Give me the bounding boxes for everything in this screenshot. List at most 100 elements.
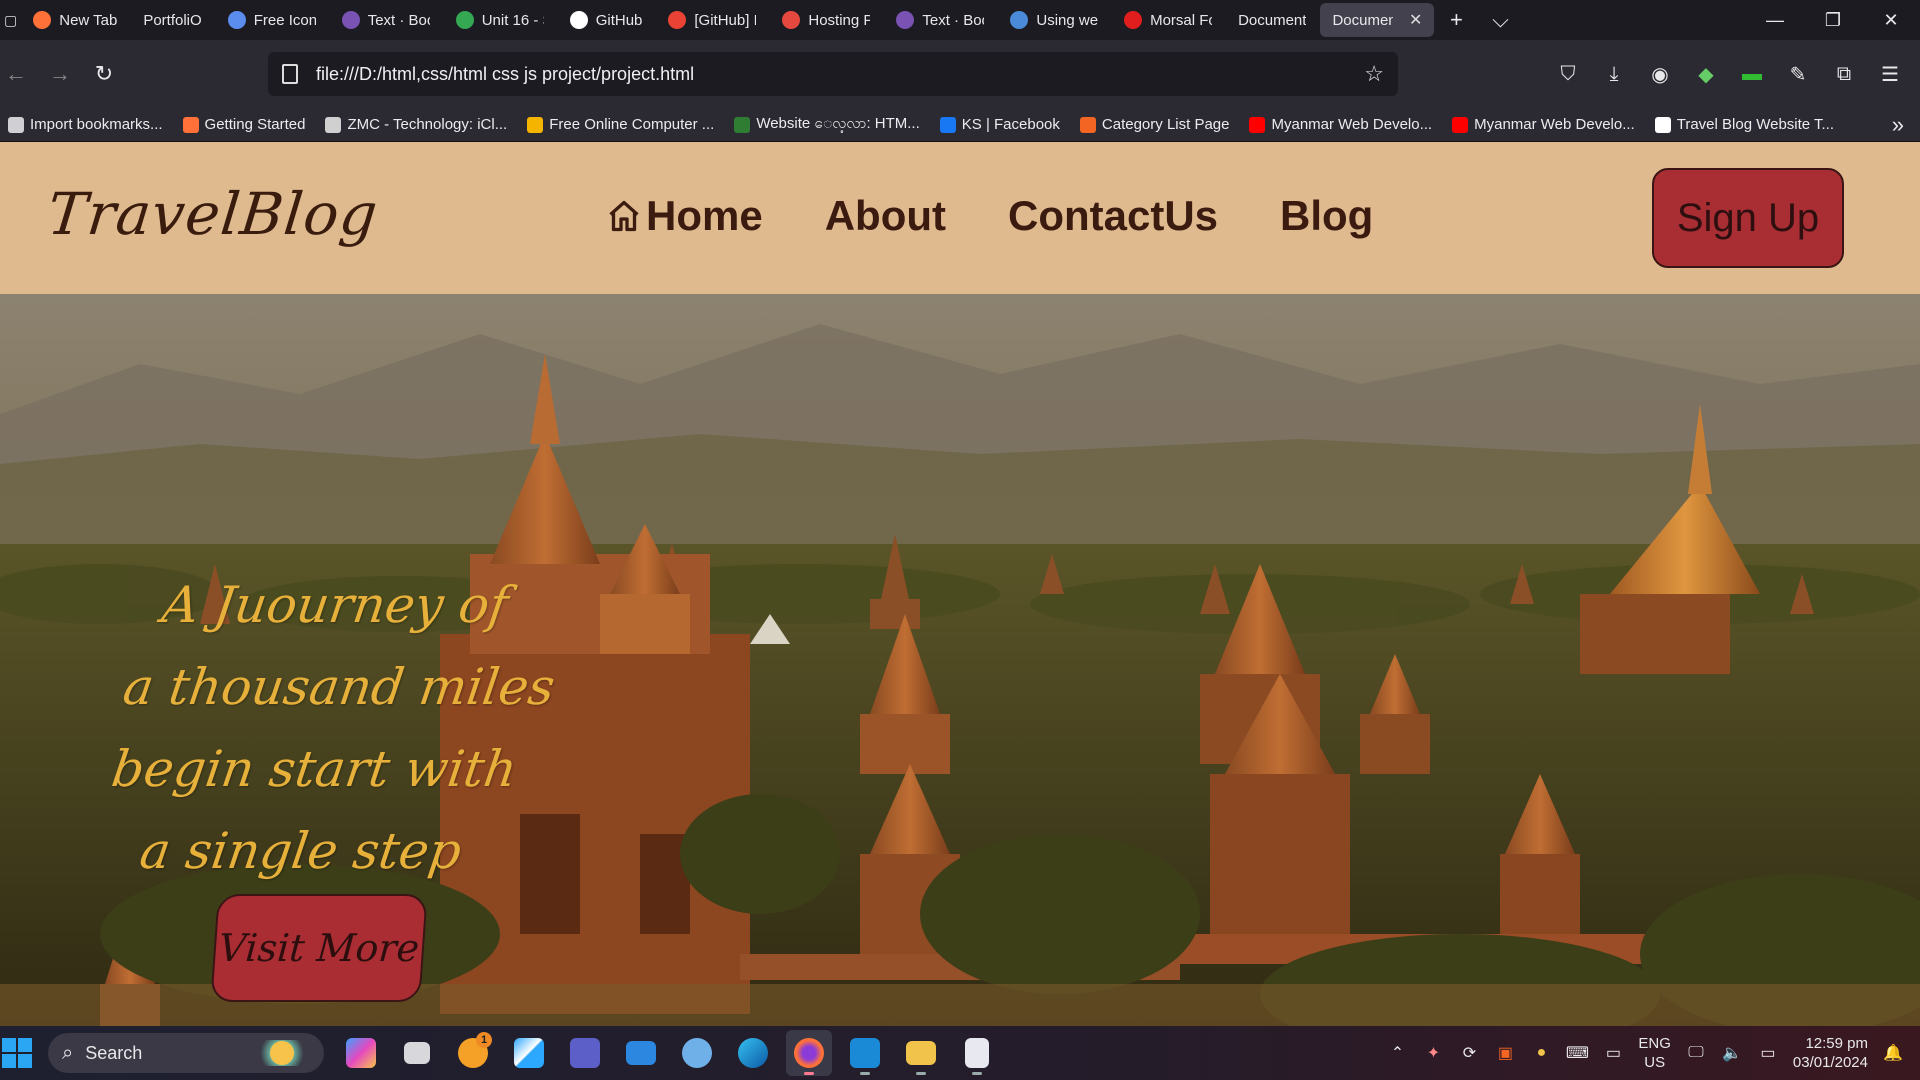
browser-tab[interactable]: PortfoliO bbox=[131, 3, 213, 37]
sync-icon[interactable]: ⟳ bbox=[1458, 1042, 1480, 1064]
bookmark-item[interactable]: Myanmar Web Develo... bbox=[1444, 116, 1643, 133]
close-icon[interactable]: ✕ bbox=[1862, 0, 1920, 40]
bookmark-label: Getting Started bbox=[204, 116, 306, 133]
network-icon[interactable]: 🖵 bbox=[1685, 1042, 1707, 1064]
bootstrap-icon bbox=[896, 11, 915, 29]
tablet-icon[interactable]: ▭ bbox=[1602, 1042, 1624, 1064]
windows-start-icon[interactable] bbox=[2, 1038, 32, 1068]
language-indicator[interactable]: ENG US bbox=[1638, 1034, 1671, 1072]
browser-tab[interactable]: Free Icons bbox=[216, 3, 328, 37]
bluebird-app-icon[interactable] bbox=[674, 1030, 720, 1076]
bookmark-item[interactable]: Website ေလ့လာ: HTM... bbox=[726, 114, 927, 136]
nav-contact-link[interactable]: ContactUs bbox=[1008, 192, 1218, 240]
browser-tab[interactable]: [GitHub] I bbox=[656, 3, 768, 37]
task-view-icon[interactable] bbox=[394, 1030, 440, 1076]
back-icon[interactable]: ← bbox=[0, 52, 38, 96]
bookmark-star-icon[interactable]: ☆ bbox=[1364, 61, 1384, 87]
browser-tab[interactable]: Document bbox=[1226, 3, 1318, 37]
nav-blog-link[interactable]: Blog bbox=[1280, 192, 1373, 240]
bookmark-item[interactable]: Travel Blog Website T... bbox=[1647, 116, 1842, 133]
flag-icon bbox=[227, 11, 246, 29]
pocket-icon[interactable]: ⛉ bbox=[1548, 52, 1588, 96]
browser-tab[interactable]: Morsal Fo bbox=[1112, 3, 1224, 37]
reload-icon[interactable]: ↻ bbox=[82, 52, 126, 96]
taskbar-clock[interactable]: 12:59 pm 03/01/2024 bbox=[1793, 1034, 1868, 1072]
hosting-icon bbox=[782, 11, 801, 29]
browser-tab[interactable]: Unit 16 - S bbox=[444, 3, 556, 37]
tab-overview-button[interactable]: ▢ bbox=[0, 3, 21, 37]
bookmark-item[interactable]: Free Online Computer ... bbox=[519, 116, 722, 133]
browser-toolbar: ← → ↻ file:///D:/html,css/html css js pr… bbox=[0, 40, 1920, 108]
tagline-line-1: A Juourney of bbox=[158, 576, 512, 634]
bookmark-favicon-icon bbox=[1249, 116, 1266, 133]
notification-bell-icon[interactable]: 🔔 bbox=[1882, 1042, 1904, 1064]
bookmark-label: ZMC - Technology: iCl... bbox=[347, 116, 508, 133]
url-bar[interactable]: file:///D:/html,css/html css js project/… bbox=[268, 52, 1398, 96]
keyboard-icon[interactable]: ⌨ bbox=[1566, 1042, 1589, 1064]
tab-close-icon[interactable]: ✕ bbox=[1409, 10, 1422, 30]
bookmark-favicon-icon bbox=[182, 116, 199, 133]
vscode-icon[interactable] bbox=[842, 1030, 888, 1076]
menu-icon[interactable]: ☰ bbox=[1870, 52, 1910, 96]
bookmark-item[interactable]: Myanmar Web Develo... bbox=[1241, 116, 1440, 133]
tray-app-icon[interactable]: ✦ bbox=[1422, 1042, 1444, 1064]
tab-label: Unit 16 - S bbox=[481, 11, 544, 29]
tab-list-button[interactable]: ⌵ bbox=[1478, 7, 1522, 33]
new-tab-button[interactable]: + bbox=[1434, 7, 1478, 33]
site-logo[interactable]: TravelBlog bbox=[44, 180, 381, 248]
bookmark-label: KS | Facebook bbox=[961, 116, 1060, 133]
bookmark-item[interactable]: Category List Page bbox=[1072, 116, 1238, 133]
account-icon[interactable]: ◉ bbox=[1640, 52, 1680, 96]
document-app-icon[interactable] bbox=[954, 1030, 1000, 1076]
minimize-icon[interactable]: — bbox=[1746, 0, 1804, 40]
chevron-up-icon[interactable]: ⌃ bbox=[1386, 1042, 1408, 1064]
extensions-icon[interactable]: ⧉ bbox=[1824, 52, 1864, 96]
bookmark-item[interactable]: ZMC - Technology: iCl... bbox=[317, 116, 515, 133]
orange-app-icon[interactable]: 1 bbox=[450, 1030, 496, 1076]
restore-icon[interactable]: ❐ bbox=[1804, 0, 1862, 40]
bookmark-label: Myanmar Web Develo... bbox=[1271, 116, 1433, 133]
bookmark-item[interactable]: Import bookmarks... bbox=[0, 116, 171, 133]
signup-button[interactable]: Sign Up bbox=[1652, 168, 1844, 268]
tray-coin-icon[interactable]: ● bbox=[1530, 1042, 1552, 1064]
colorpicker-icon[interactable]: ✎ bbox=[1778, 52, 1818, 96]
xampp-icon[interactable]: ▣ bbox=[1494, 1042, 1516, 1064]
window-controls: — ❐ ✕ bbox=[1746, 0, 1920, 40]
forward-icon[interactable]: → bbox=[38, 52, 82, 96]
language-region: US bbox=[1644, 1054, 1666, 1071]
visit-more-button[interactable]: Visit More bbox=[210, 894, 428, 1002]
browser-tab[interactable]: Using we bbox=[998, 3, 1110, 37]
file-explorer-icon[interactable] bbox=[898, 1030, 944, 1076]
bookmark-item[interactable]: KS | Facebook bbox=[932, 116, 1068, 133]
browser-tab[interactable]: GitHub bbox=[558, 3, 655, 37]
nav-about-link[interactable]: About bbox=[825, 192, 946, 240]
search-label: Search bbox=[85, 1042, 143, 1063]
hero-section: A Juourney of a thousand miles begin sta… bbox=[0, 294, 1920, 1026]
bootstrap-icon bbox=[341, 11, 360, 29]
microsoft-store-icon[interactable] bbox=[506, 1030, 552, 1076]
downloads-icon[interactable]: ⤓ bbox=[1594, 52, 1634, 96]
tab-label: Text · Boo bbox=[922, 11, 985, 29]
extension-green-icon[interactable]: ◆ bbox=[1686, 52, 1726, 96]
battery-icon[interactable]: ▭ bbox=[1757, 1042, 1779, 1064]
firefox-taskbar-icon[interactable] bbox=[786, 1030, 832, 1076]
copilot-app-icon[interactable] bbox=[338, 1030, 384, 1076]
bookmark-favicon-icon bbox=[1079, 116, 1096, 133]
bookmark-item[interactable]: Getting Started bbox=[175, 116, 314, 133]
browser-tab[interactable]: Document ✕ bbox=[1320, 3, 1435, 37]
volume-icon[interactable]: 🔈 bbox=[1721, 1042, 1743, 1064]
nav-home-link[interactable]: Home bbox=[606, 192, 763, 240]
toolbar-icons: ⛉ ⤓ ◉ ◆ ▬ ✎ ⧉ ☰ bbox=[1548, 52, 1910, 96]
bookmarks-overflow-icon[interactable]: » bbox=[1892, 112, 1904, 138]
browser-tab[interactable]: Text · Boo bbox=[330, 3, 442, 37]
teams-icon[interactable] bbox=[562, 1030, 608, 1076]
browser-tab[interactable]: Hosting P bbox=[770, 3, 882, 37]
tagline-line-4: a single step bbox=[136, 822, 465, 880]
mail-icon[interactable] bbox=[618, 1030, 664, 1076]
browser-tab[interactable]: Text · Boo bbox=[884, 3, 996, 37]
taskbar-search[interactable]: ⌕ Search bbox=[48, 1033, 324, 1073]
extension-money-icon[interactable]: ▬ bbox=[1732, 52, 1772, 96]
browser-tab[interactable]: New Tab bbox=[21, 3, 129, 37]
edge-icon[interactable] bbox=[730, 1030, 776, 1076]
bookmark-favicon-icon bbox=[527, 116, 544, 133]
